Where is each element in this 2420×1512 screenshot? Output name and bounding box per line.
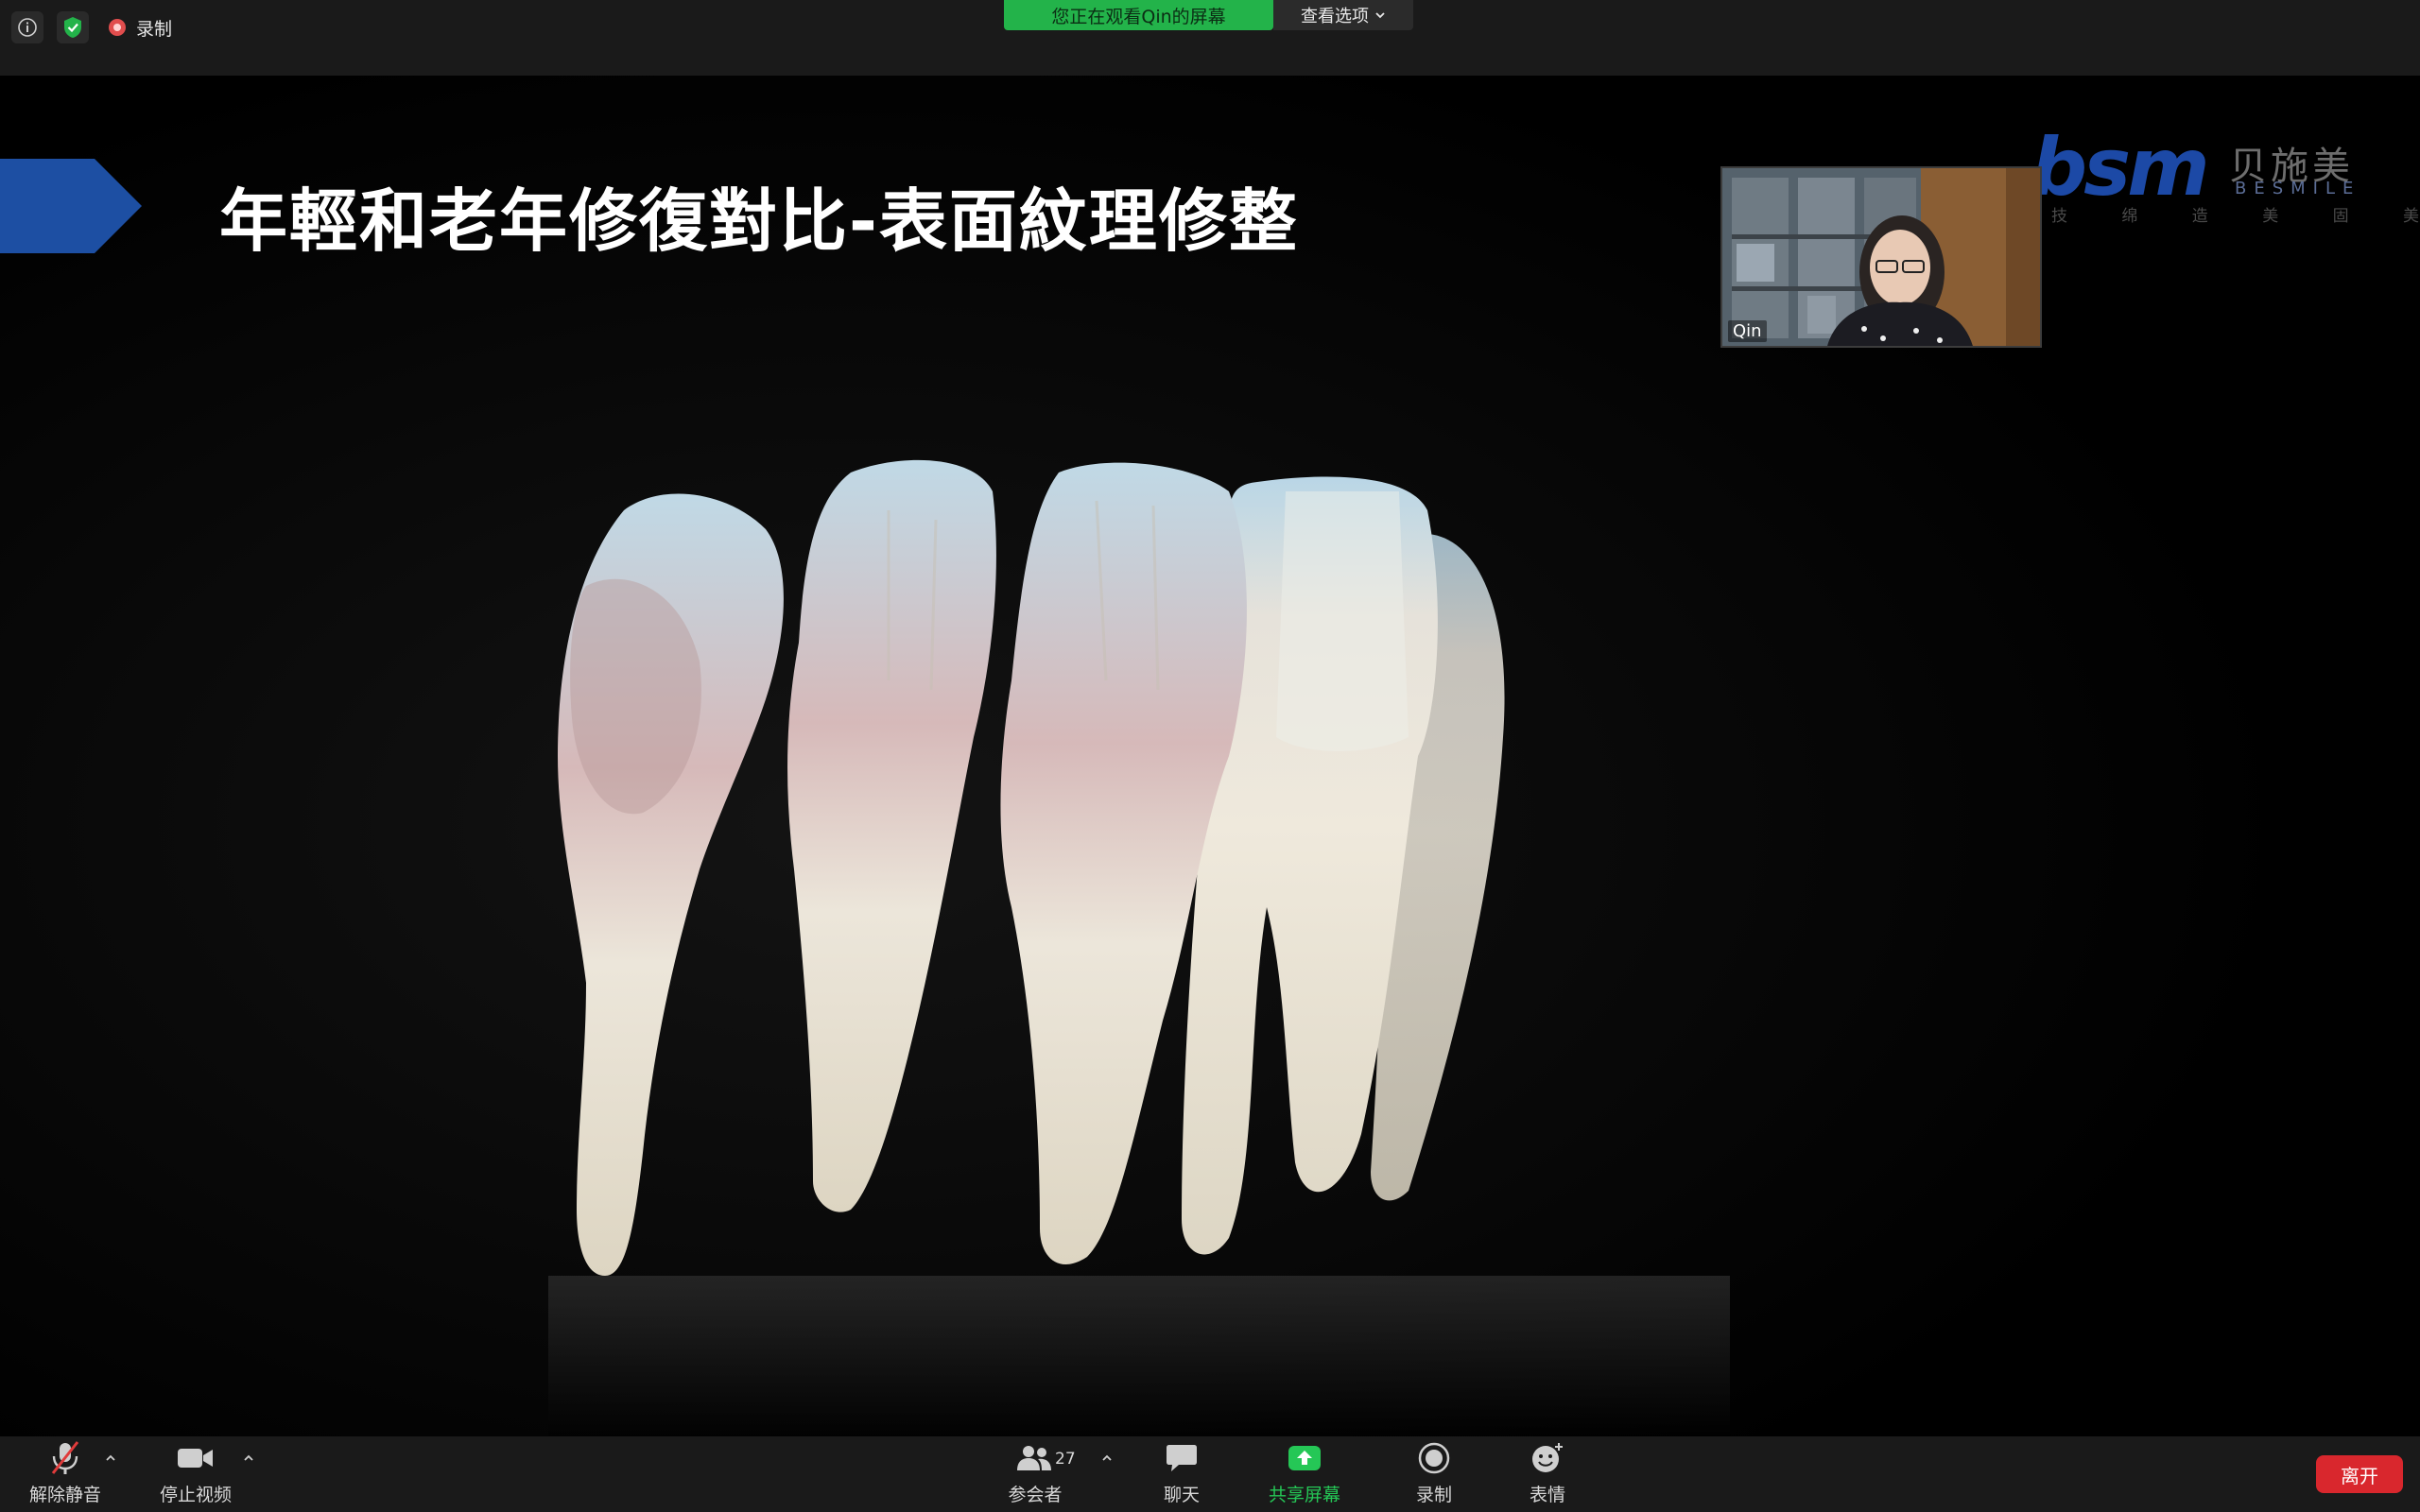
- participants-button[interactable]: 参会者: [993, 1436, 1078, 1512]
- viewing-screen-banner: 您正在观看Qin的屏幕: [1004, 0, 1273, 30]
- info-icon[interactable]: [11, 11, 43, 43]
- view-options-label: 查看选项: [1301, 7, 1369, 26]
- brand-mark: bsm: [2031, 121, 2210, 214]
- participants-count: 27: [1055, 1450, 1076, 1469]
- shield-check-icon[interactable]: [57, 11, 89, 43]
- audio-options-caret[interactable]: [102, 1450, 119, 1467]
- slide-title: 年輕和老年修復對比-表面紋理修整: [219, 181, 1299, 261]
- speaker-name-label: Qin: [1728, 320, 1767, 342]
- record-label: 录制: [1415, 1485, 1452, 1505]
- recording-label: 录制: [136, 18, 173, 40]
- video-options-caret[interactable]: [240, 1450, 257, 1467]
- chat-label: 聊天: [1163, 1485, 1200, 1505]
- participants-label: 参会者: [1008, 1485, 1063, 1505]
- chevron-up-icon: [106, 1454, 115, 1461]
- title-accent-arrow: [0, 159, 142, 253]
- chat-button[interactable]: 聊天: [1139, 1436, 1224, 1512]
- stop-video-button[interactable]: 停止视频: [153, 1436, 238, 1512]
- unmute-label: 解除静音: [28, 1485, 101, 1505]
- meeting-controls-toolbar: 解除静音 停止视频 参会者 27 聊天 共享屏幕 录制 表情: [0, 1436, 2420, 1512]
- unmute-button[interactable]: 解除静音: [23, 1436, 108, 1512]
- brand-english-name: BESMILE: [2235, 179, 2361, 198]
- participants-options-caret[interactable]: [1098, 1450, 1115, 1467]
- meeting-top-bar: 录制 您正在观看Qin的屏幕 查看选项: [0, 0, 2420, 76]
- video-camera-icon: [172, 1439, 219, 1477]
- reactions-button[interactable]: 表情: [1505, 1436, 1590, 1512]
- speaker-video-feed: [1722, 168, 2040, 346]
- leave-meeting-button[interactable]: 离开: [2316, 1455, 2403, 1493]
- reactions-label: 表情: [1529, 1485, 1565, 1505]
- chevron-up-icon: [244, 1454, 253, 1461]
- top-bar-left-controls: 录制: [11, 11, 172, 43]
- stop-video-label: 停止视频: [159, 1485, 232, 1505]
- view-options-button[interactable]: 查看选项: [1273, 0, 1413, 30]
- record-icon: [1410, 1439, 1458, 1477]
- record-button[interactable]: 录制: [1392, 1436, 1477, 1512]
- share-screen-label: 共享屏幕: [1268, 1485, 1340, 1505]
- teeth-model-photo: [0, 76, 2420, 1436]
- chat-bubble-icon: [1158, 1439, 1205, 1477]
- record-dot-icon: [109, 19, 126, 36]
- share-screen-icon: [1281, 1439, 1328, 1477]
- recording-indicator[interactable]: 录制: [108, 15, 172, 41]
- brand-tagline: 技 绵 造 美 固 美 容: [2051, 207, 2420, 226]
- emoji-icon: [1524, 1439, 1571, 1477]
- chevron-down-icon: [1375, 12, 1385, 19]
- chevron-up-icon: [1102, 1454, 1112, 1461]
- speaker-video-thumbnail[interactable]: Qin: [1720, 166, 2042, 348]
- besmile-logo: bsm 贝施美 BESMILE 技 绵 造 美 固 美 容: [2031, 121, 2420, 232]
- participants-icon: [1011, 1439, 1059, 1477]
- microphone-muted-icon: [42, 1439, 89, 1477]
- share-screen-button[interactable]: 共享屏幕: [1257, 1436, 1352, 1512]
- shared-screen-slide: 年輕和老年修復對比-表面紋理修整 bsm 贝施美 BESMILE 技 绵 造 美…: [0, 76, 2420, 1436]
